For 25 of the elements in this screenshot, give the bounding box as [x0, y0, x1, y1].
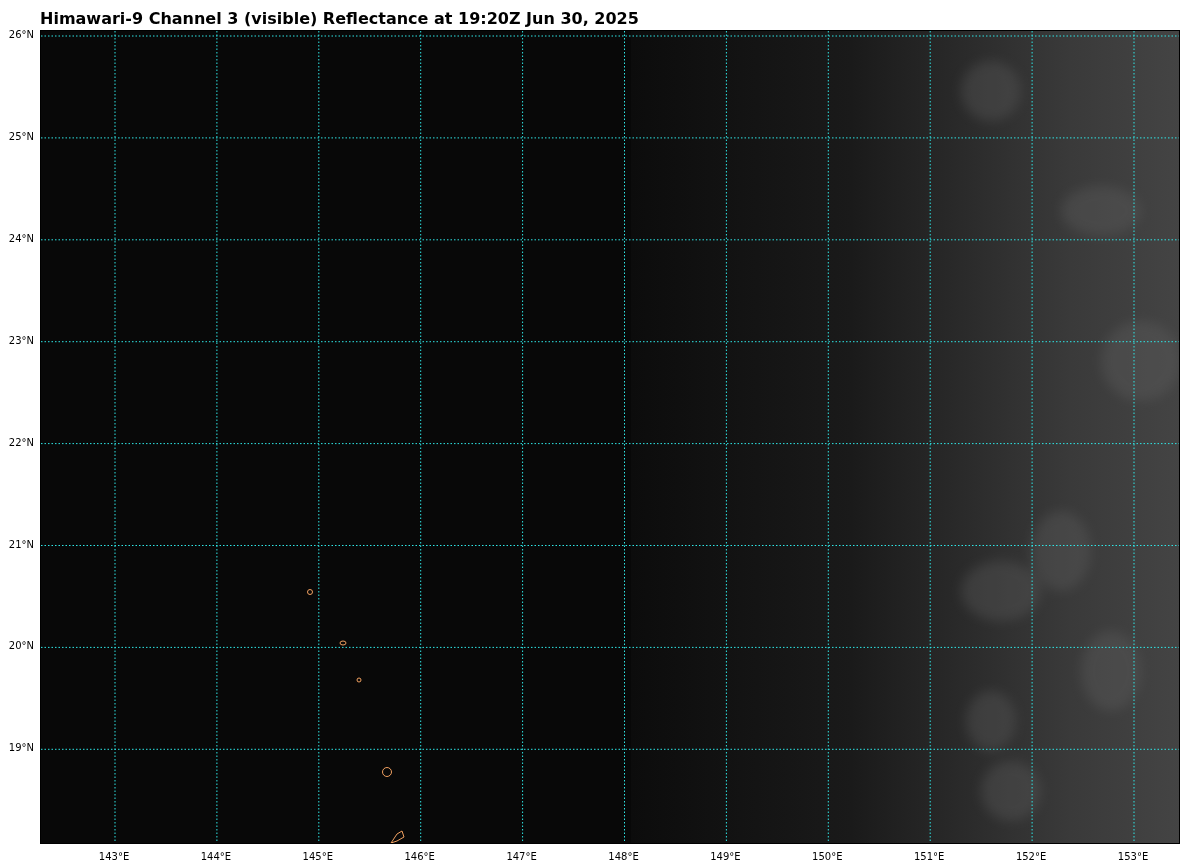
longitude-label: 143°E	[97, 851, 131, 863]
longitude-label: 146°E	[403, 851, 436, 863]
island-outline-icon	[390, 830, 405, 843]
island-outline-icon	[356, 677, 362, 683]
latitude-label: 24°N	[7, 232, 34, 245]
longitude-label: 151°E	[913, 851, 946, 863]
longitude-label: 153°E	[1116, 851, 1150, 863]
latitude-label: 22°N	[7, 436, 34, 449]
latitude-label: 26°N	[7, 29, 34, 41]
latitude-label: 23°N	[7, 334, 34, 347]
longitude-label: 144°E	[199, 851, 233, 863]
chart-title: Himawari-9 Channel 3 (visible) Reflectance at 19:20Z Jun 30, 2025	[40, 9, 639, 29]
longitude-label: 150°E	[811, 851, 844, 863]
longitude-label: 149°E	[709, 851, 742, 863]
longitude-label: 147°E	[505, 851, 538, 863]
latitude-label: 25°N	[7, 130, 34, 143]
longitude-label: 145°E	[301, 851, 334, 863]
latitude-label: 21°N	[7, 538, 34, 551]
island-outline-icon	[339, 640, 347, 646]
longitude-label: 148°E	[607, 851, 640, 863]
latitude-label: 19°N	[7, 742, 34, 755]
island-outline-icon	[382, 767, 392, 777]
longitude-label: 152°E	[1014, 851, 1048, 863]
latitude-label: 20°N	[7, 640, 34, 653]
island-outline-icon	[307, 589, 313, 595]
